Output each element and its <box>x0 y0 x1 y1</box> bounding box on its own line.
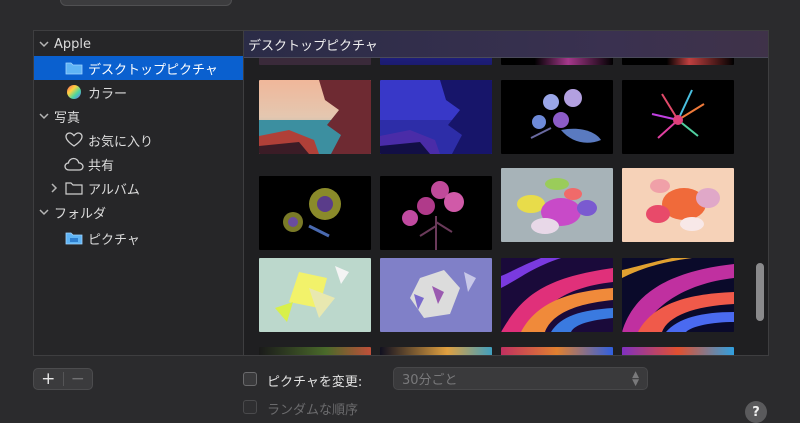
wallpaper-thumbnail[interactable] <box>501 258 613 332</box>
sidebar-group-apple[interactable]: Apple <box>34 32 243 56</box>
sidebar-item-label: アルバム <box>88 182 140 198</box>
heart-icon <box>64 132 84 148</box>
sidebar-item-desktop-pictures[interactable]: デスクトップピクチャ <box>34 56 243 80</box>
chevron-right-icon[interactable] <box>49 183 59 193</box>
change-picture-label: ピクチャを変更: <box>267 375 363 390</box>
content-header: デスクトップピクチャ <box>244 31 768 58</box>
sidebar-item-label: デスクトップピクチャ <box>88 62 218 78</box>
sidebar-item-colors[interactable]: カラー <box>34 80 243 104</box>
wallpaper-thumbnail[interactable] <box>622 258 734 332</box>
wallpaper-grid: デスクトップピクチャ <box>243 30 769 356</box>
wallpaper-thumbnail[interactable] <box>380 80 492 154</box>
sidebar-item-albums[interactable]: アルバム <box>34 176 243 200</box>
folder-icon <box>64 230 84 246</box>
cloud-icon <box>64 156 84 172</box>
add-remove-buttons: + − <box>33 368 93 390</box>
wallpaper-thumbnail[interactable] <box>622 80 734 154</box>
interval-value: 30分ごと <box>402 373 458 388</box>
wallpaper-thumbnail[interactable] <box>259 258 371 332</box>
chevron-down-icon[interactable] <box>39 111 49 121</box>
help-button[interactable]: ? <box>745 401 767 423</box>
add-folder-button[interactable]: + <box>34 369 63 389</box>
sidebar-group-label: Apple <box>54 36 92 52</box>
folder-icon <box>64 60 84 76</box>
wallpaper-thumbnail[interactable] <box>501 347 613 355</box>
wallpaper-thumbnail[interactable] <box>259 80 371 154</box>
top-field <box>60 0 232 6</box>
chevron-down-icon[interactable] <box>39 207 49 217</box>
sidebar-item-pictures[interactable]: ピクチャ <box>34 226 243 250</box>
wallpaper-thumbnail[interactable] <box>380 176 492 250</box>
random-order-label: ランダムな順序 <box>267 403 359 418</box>
scrollbar-thumb[interactable] <box>756 263 764 321</box>
folder-icon <box>64 180 84 196</box>
wallpaper-thumbnail[interactable] <box>259 347 371 355</box>
sidebar-group-photos[interactable]: 写真 <box>34 104 243 128</box>
wallpaper-thumbnail[interactable] <box>259 176 371 250</box>
wallpaper-thumbnail[interactable] <box>501 168 613 242</box>
chevron-down-icon[interactable] <box>39 39 49 49</box>
sidebar-group-folders[interactable]: フォルダ <box>34 200 243 224</box>
sidebar-item-favorites[interactable]: お気に入り <box>34 128 243 152</box>
sidebar-item-shared[interactable]: 共有 <box>34 152 243 176</box>
sidebar-item-label: 共有 <box>88 158 115 174</box>
wallpaper-thumbnail[interactable] <box>380 347 492 355</box>
sidebar-item-label: お気に入り <box>88 134 154 150</box>
color-wheel-icon <box>64 84 84 100</box>
sidebar-group-label: フォルダ <box>54 206 107 222</box>
interval-select[interactable]: 30分ごと ▲ ▼ <box>393 367 648 390</box>
chevron-updown-icon: ▲ ▼ <box>632 370 639 388</box>
wallpaper-thumbnail[interactable] <box>501 80 613 154</box>
sidebar: Apple デスクトップピクチャ カラー 写真 お気に入り 共有 アルバム フォ… <box>33 30 243 356</box>
random-order-checkbox[interactable] <box>243 400 257 414</box>
sidebar-group-label: 写真 <box>54 110 81 126</box>
wallpaper-thumbnail[interactable] <box>622 347 734 355</box>
sidebar-item-label: カラー <box>88 86 128 102</box>
sidebar-item-label: ピクチャ <box>88 232 140 248</box>
wallpaper-thumbnail[interactable] <box>622 168 734 242</box>
wallpaper-thumbnail[interactable] <box>380 258 492 332</box>
change-picture-checkbox[interactable] <box>243 372 257 386</box>
remove-folder-button[interactable]: − <box>64 369 93 389</box>
